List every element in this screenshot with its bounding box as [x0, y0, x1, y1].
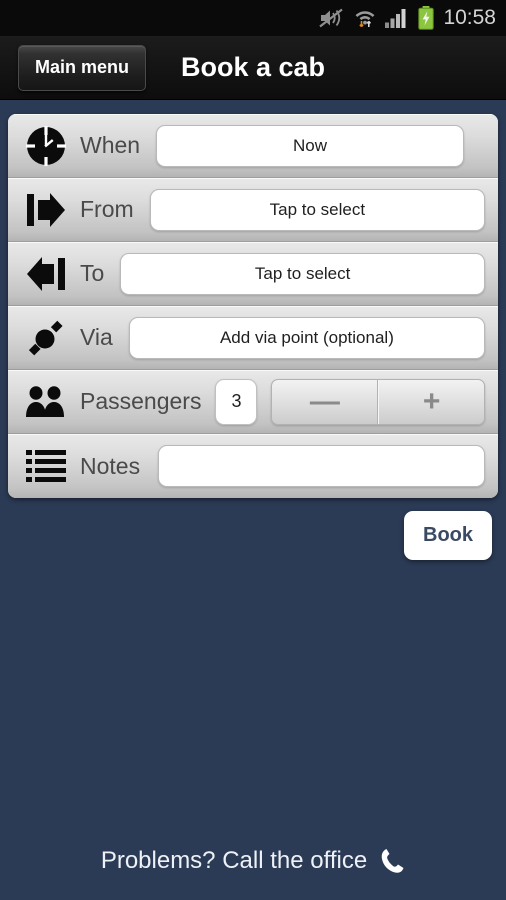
form-label-via: Via	[80, 324, 113, 350]
passenger-increment-button[interactable]: +	[378, 379, 484, 424]
form-label-passengers: Passengers	[80, 388, 202, 414]
form-row-when[interactable]: When Now	[8, 114, 498, 178]
status-bar: 10:58	[0, 0, 506, 36]
form-row-from[interactable]: From Tap to select	[8, 178, 498, 242]
form-label-when: When	[80, 132, 141, 158]
passenger-stepper: — +	[271, 378, 485, 425]
form-label-notes: Notes	[80, 452, 141, 479]
to-arrow-icon	[22, 250, 70, 298]
wifi-transfer-icon	[354, 7, 376, 29]
notes-list-icon	[22, 442, 70, 490]
form-row-via[interactable]: Via Add via point (optional)	[8, 306, 498, 370]
from-arrow-icon	[22, 186, 70, 234]
vibrate-mute-icon	[319, 8, 345, 28]
form-row-to[interactable]: To Tap to select	[8, 242, 498, 306]
passenger-count-value[interactable]: 3	[215, 378, 258, 425]
status-bar-clock: 10:58	[443, 6, 496, 29]
form-row-passengers: Passengers 3 — +	[8, 370, 498, 434]
action-bar: Main menu Book a cab	[0, 36, 506, 100]
booking-form-card: When Now From Tap to select To Tap to se…	[8, 114, 498, 498]
clock-icon	[22, 122, 70, 170]
from-value-field[interactable]: Tap to select	[149, 188, 485, 231]
notes-input-field[interactable]	[158, 445, 485, 487]
book-button[interactable]: Book	[404, 511, 492, 560]
via-point-icon	[22, 314, 70, 362]
form-row-notes[interactable]: Notes	[8, 434, 498, 498]
signal-bars-icon	[385, 8, 409, 28]
passengers-icon	[22, 378, 70, 426]
passenger-decrement-button[interactable]: —	[272, 379, 379, 424]
call-office-label: Problems? Call the office	[100, 847, 368, 874]
via-value-field[interactable]: Add via point (optional)	[128, 316, 485, 359]
main-menu-button[interactable]: Main menu	[18, 44, 147, 91]
battery-charging-icon	[418, 6, 435, 30]
to-value-field[interactable]: Tap to select	[120, 252, 485, 295]
call-office-footer[interactable]: Problems? Call the office	[0, 847, 506, 875]
when-value-field[interactable]: Now	[156, 124, 464, 167]
form-label-from: From	[80, 196, 134, 222]
form-label-to: To	[80, 260, 105, 286]
status-bar-icons	[319, 6, 435, 30]
phone-icon[interactable]	[379, 847, 405, 875]
